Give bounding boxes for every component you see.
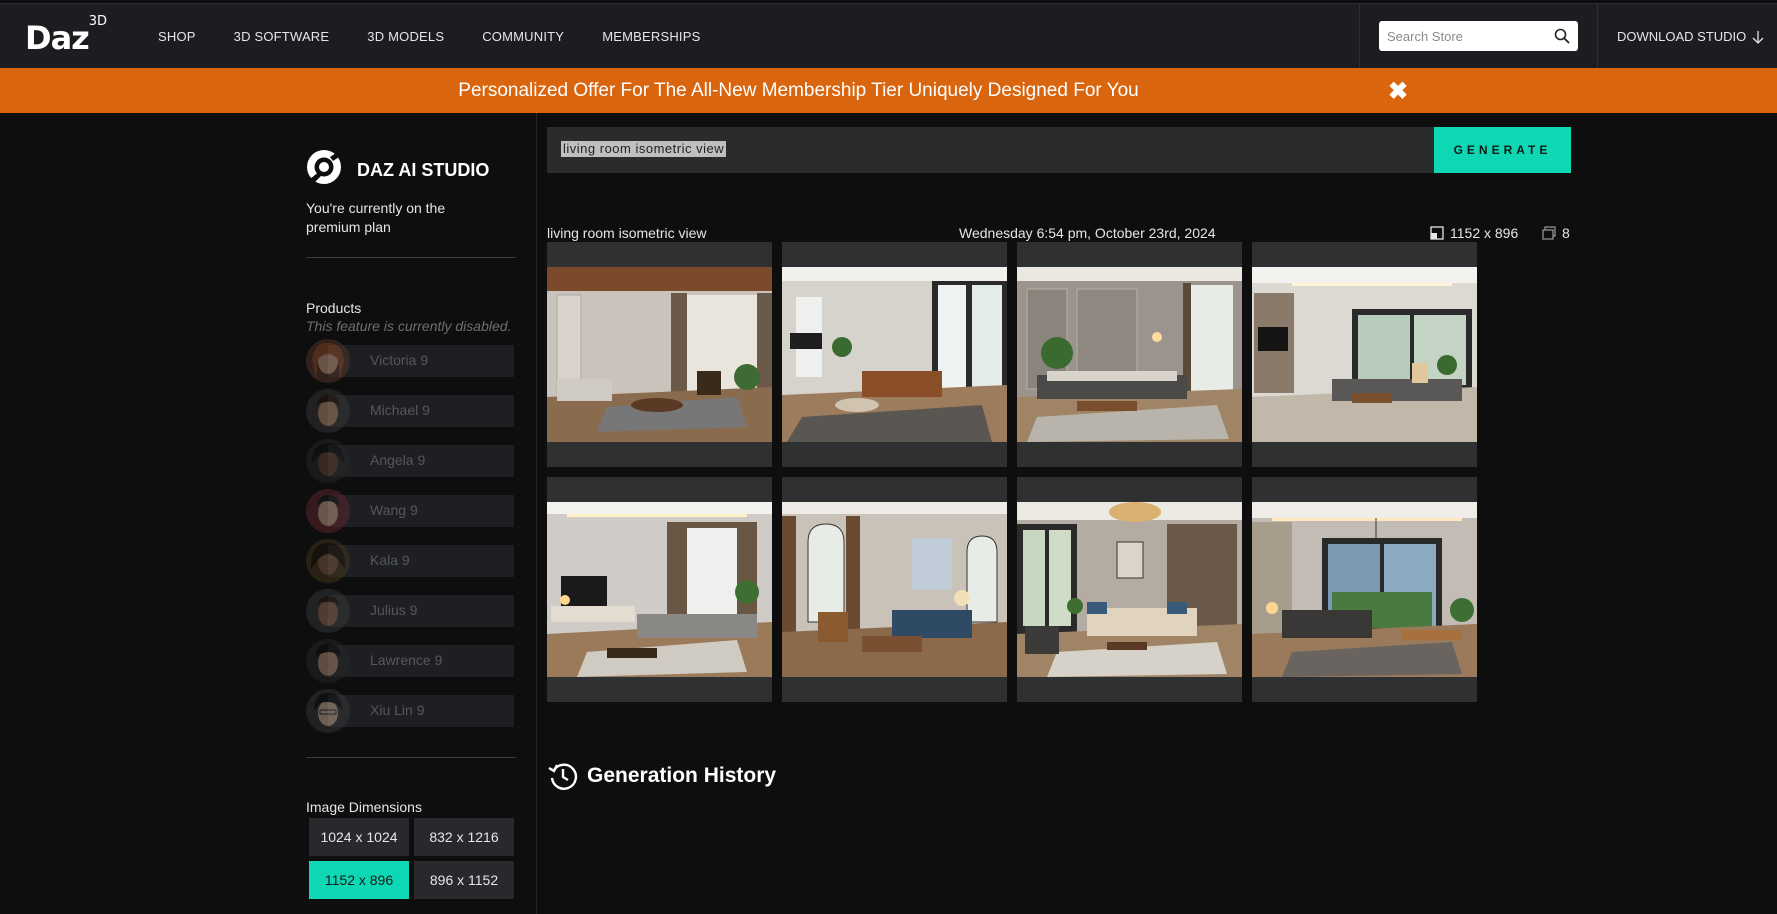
download-studio-link[interactable]: DOWNLOAD STUDIO	[1617, 29, 1764, 44]
generation-history-header: Generation History	[547, 760, 776, 792]
product-name: Michael 9	[370, 402, 430, 418]
result-count-value: 8	[1562, 225, 1570, 241]
result-size-value: 1152 x 896	[1450, 225, 1519, 241]
sidebar: DAZ AI STUDIO You're currently on the pr…	[306, 113, 536, 914]
product-name: Victoria 9	[370, 352, 429, 368]
product-item: Michael 9	[306, 389, 516, 441]
avatar	[306, 339, 350, 383]
arrow-down-icon	[1752, 30, 1764, 44]
products-label: Products	[306, 300, 362, 316]
product-name: Kala 9	[370, 552, 410, 568]
avatar	[306, 489, 350, 533]
product-list: Victoria 9 Michael 9 Angela 9 Wang 9 Kal…	[306, 339, 516, 741]
daz-ai-studio-logo-icon	[307, 150, 341, 184]
product-name: Angela 9	[370, 452, 426, 468]
search-icon[interactable]	[1554, 28, 1570, 44]
product-item: Julius 9	[306, 589, 516, 641]
avatar	[306, 539, 350, 583]
dimension-896x1152-button[interactable]: 896 x 1152	[414, 861, 514, 899]
prompt-selected-text: living room isometric view	[561, 141, 727, 157]
history-icon	[548, 763, 578, 790]
avatar	[306, 639, 350, 683]
resize-icon	[1430, 226, 1444, 240]
search-input[interactable]	[1379, 21, 1549, 51]
living-room-image	[1252, 267, 1477, 442]
product-button	[328, 545, 514, 577]
nav-link-3d-models[interactable]: 3D MODELS	[367, 29, 444, 44]
product-name: Wang 9	[370, 502, 418, 518]
disabled-note: This feature is currently disabled.	[306, 318, 512, 334]
result-date: Wednesday 6:54 pm, October 23rd, 2024	[959, 225, 1216, 241]
living-room-image	[1017, 267, 1242, 442]
nav-link-shop[interactable]: SHOP	[158, 29, 196, 44]
avatar	[306, 389, 350, 433]
living-room-image	[1252, 502, 1477, 677]
image-dimensions-label: Image Dimensions	[306, 799, 422, 815]
dimension-832x1216-button[interactable]: 832 x 1216	[414, 818, 514, 856]
generated-image[interactable]	[1017, 477, 1242, 702]
generated-image[interactable]	[1252, 477, 1477, 702]
avatar	[306, 589, 350, 633]
sidebar-divider	[536, 113, 537, 914]
generated-image[interactable]	[782, 477, 1007, 702]
prompt-box: living room isometric view	[547, 127, 1434, 173]
generation-history-title: Generation History	[587, 764, 777, 787]
divider	[306, 757, 516, 758]
product-name: Julius 9	[370, 602, 418, 618]
product-name: Xiu Lin 9	[370, 702, 425, 718]
promo-banner: Personalized Offer For The All-New Membe…	[0, 68, 1777, 113]
product-item: Xiu Lin 9	[306, 689, 516, 741]
nav-link-memberships[interactable]: MEMBERSHIPS	[602, 29, 700, 44]
studio-title: DAZ AI STUDIO	[357, 160, 490, 180]
generated-image[interactable]	[782, 242, 1007, 467]
dimension-1152x896-button[interactable]: 1152 x 896	[309, 861, 409, 899]
product-item: Victoria 9	[306, 339, 516, 391]
living-room-image	[547, 502, 772, 677]
promo-text[interactable]: Personalized Offer For The All-New Membe…	[0, 80, 1597, 102]
living-room-image	[782, 267, 1007, 442]
nav-links: SHOP 3D SOFTWARE 3D MODELS COMMUNITY MEM…	[158, 4, 738, 69]
result-size: 1152 x 896	[1430, 225, 1518, 241]
daz3d-logo[interactable]: Daz3D	[25, 14, 107, 57]
generated-image[interactable]	[547, 477, 772, 702]
generate-button[interactable]: GENERATE	[1434, 127, 1571, 173]
nav-link-community[interactable]: COMMUNITY	[482, 29, 564, 44]
images-icon	[1542, 226, 1556, 240]
download-studio-label: DOWNLOAD STUDIO	[1617, 29, 1747, 44]
divider	[306, 257, 516, 258]
product-item: Wang 9	[306, 489, 516, 541]
result-prompt: living room isometric view	[547, 225, 707, 241]
living-room-image	[1017, 502, 1242, 677]
plan-text: You're currently on the premium plan	[306, 200, 446, 235]
nav-divider	[1597, 4, 1598, 69]
avatar	[306, 689, 350, 733]
nav-divider	[1359, 4, 1360, 69]
living-room-image	[547, 267, 772, 442]
product-button	[328, 595, 514, 627]
result-count: 8	[1542, 225, 1570, 241]
product-item: Lawrence 9	[306, 639, 516, 691]
living-room-image	[782, 502, 1007, 677]
product-item: Angela 9	[306, 439, 516, 491]
search-box	[1379, 21, 1578, 51]
avatar	[306, 439, 350, 483]
product-name: Lawrence 9	[370, 652, 443, 668]
generated-image[interactable]	[547, 242, 772, 467]
close-icon[interactable]: ✖	[1388, 77, 1408, 106]
top-nav: Daz3D SHOP 3D SOFTWARE 3D MODELS COMMUNI…	[0, 3, 1777, 69]
product-item: Kala 9	[306, 539, 516, 591]
generated-image[interactable]	[1017, 242, 1242, 467]
generated-image[interactable]	[1252, 242, 1477, 467]
dimension-1024x1024-button[interactable]: 1024 x 1024	[309, 818, 409, 856]
product-button	[328, 495, 514, 527]
nav-link-3d-software[interactable]: 3D SOFTWARE	[234, 29, 330, 44]
